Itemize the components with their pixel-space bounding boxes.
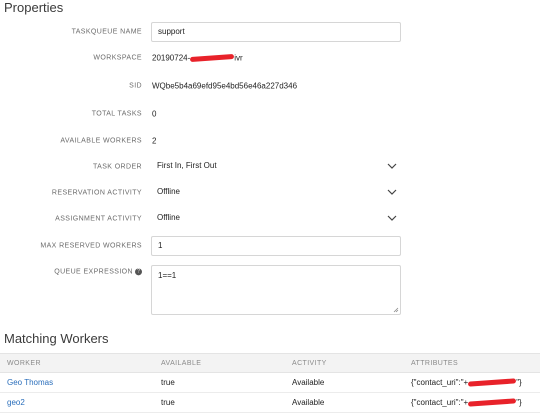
chevron-down-icon (387, 163, 397, 169)
resize-grip-icon[interactable] (393, 307, 399, 313)
workspace-row: WORKSPACE 20190724- ivr (0, 46, 540, 70)
available-cell: true (161, 378, 175, 387)
queue-expression-label-text: QUEUE EXPRESSION (54, 268, 133, 276)
assignment-activity-label: ASSIGNMENT ACTIVITY (55, 215, 142, 223)
queue-expression-value: 1==1 (158, 271, 177, 280)
attributes-cell: {"contact_uri":"+ "} (411, 398, 522, 408)
reservation-activity-row: RESERVATION ACTIVITY Offline (0, 181, 540, 205)
total-tasks-label: TOTAL TASKS (91, 110, 142, 118)
help-icon[interactable]: ? (135, 268, 142, 276)
available-workers-label: AVAILABLE WORKERS (60, 137, 142, 145)
assignment-activity-value: Offline (157, 213, 180, 222)
chevron-down-icon (387, 189, 397, 195)
sid-label: SID (129, 82, 142, 90)
available-workers-row: AVAILABLE WORKERS 2 (0, 129, 540, 153)
column-header-available[interactable]: AVAILABLE (161, 360, 201, 367)
max-reserved-workers-row: MAX RESERVED WORKERS 1 (0, 234, 540, 258)
taskqueue-name-input[interactable]: support (151, 22, 401, 42)
column-header-activity[interactable]: ACTIVITY (292, 360, 327, 367)
attributes-cell: {"contact_uri":"+ "} (411, 378, 522, 388)
sid-row: SID WQbe5b4a69efd95e4bd56e46a227d346 (0, 74, 540, 98)
total-tasks-value: 0 (152, 109, 157, 119)
total-tasks-row: TOTAL TASKS 0 (0, 102, 540, 126)
worker-link[interactable]: geo2 (7, 398, 25, 407)
workspace-value: 20190724- ivr (152, 54, 243, 63)
available-cell: true (161, 398, 175, 407)
available-workers-value: 2 (152, 136, 157, 146)
sid-value: WQbe5b4a69efd95e4bd56e46a227d346 (152, 81, 298, 91)
workspace-value-suffix: ivr (234, 53, 243, 63)
matching-workers-table: WORKER AVAILABLE ACTIVITY ATTRIBUTES Geo… (0, 353, 540, 413)
attributes-prefix: {"contact_uri":"+ (411, 378, 469, 387)
reservation-activity-select[interactable]: Offline (151, 183, 401, 203)
max-reserved-workers-input[interactable]: 1 (151, 236, 401, 256)
task-order-value: First In, First Out (157, 161, 217, 170)
assignment-activity-select[interactable]: Offline (151, 209, 401, 229)
matching-workers-title: Matching Workers (4, 331, 109, 346)
reservation-activity-label: RESERVATION ACTIVITY (51, 189, 142, 197)
redaction-mark (468, 378, 517, 388)
table-header: WORKER AVAILABLE ACTIVITY ATTRIBUTES (0, 353, 540, 373)
queue-expression-textarea[interactable]: 1==1 (151, 265, 401, 315)
table-row: Geo Thomas true Available {"contact_uri"… (0, 373, 540, 393)
workspace-label: WORKSPACE (93, 54, 142, 62)
column-header-attributes[interactable]: ATTRIBUTES (411, 360, 458, 367)
task-order-label: TASK ORDER (93, 163, 142, 171)
activity-cell: Available (292, 378, 325, 387)
redaction-mark (468, 398, 517, 408)
taskqueue-name-row: TASKQUEUE NAME support (0, 20, 540, 44)
reservation-activity-value: Offline (157, 187, 180, 196)
properties-title: Properties (4, 0, 64, 15)
assignment-activity-row: ASSIGNMENT ACTIVITY Offline (0, 207, 540, 231)
activity-cell: Available (292, 398, 325, 407)
queue-expression-label: QUEUE EXPRESSION? (54, 268, 142, 276)
attributes-prefix: {"contact_uri":"+ (411, 398, 469, 407)
chevron-down-icon (387, 215, 397, 221)
task-order-row: TASK ORDER First In, First Out (0, 155, 540, 179)
redaction-mark (190, 54, 235, 63)
taskqueue-name-label: TASKQUEUE NAME (71, 28, 142, 36)
attributes-suffix: "} (516, 398, 522, 407)
workspace-value-prefix: 20190724- (152, 53, 191, 63)
column-header-worker[interactable]: WORKER (7, 360, 41, 367)
table-row: geo2 true Available {"contact_uri":"+ "} (0, 393, 540, 413)
worker-link[interactable]: Geo Thomas (7, 378, 53, 387)
task-order-select[interactable]: First In, First Out (151, 157, 401, 177)
attributes-suffix: "} (516, 378, 522, 387)
max-reserved-workers-label: MAX RESERVED WORKERS (40, 242, 142, 250)
